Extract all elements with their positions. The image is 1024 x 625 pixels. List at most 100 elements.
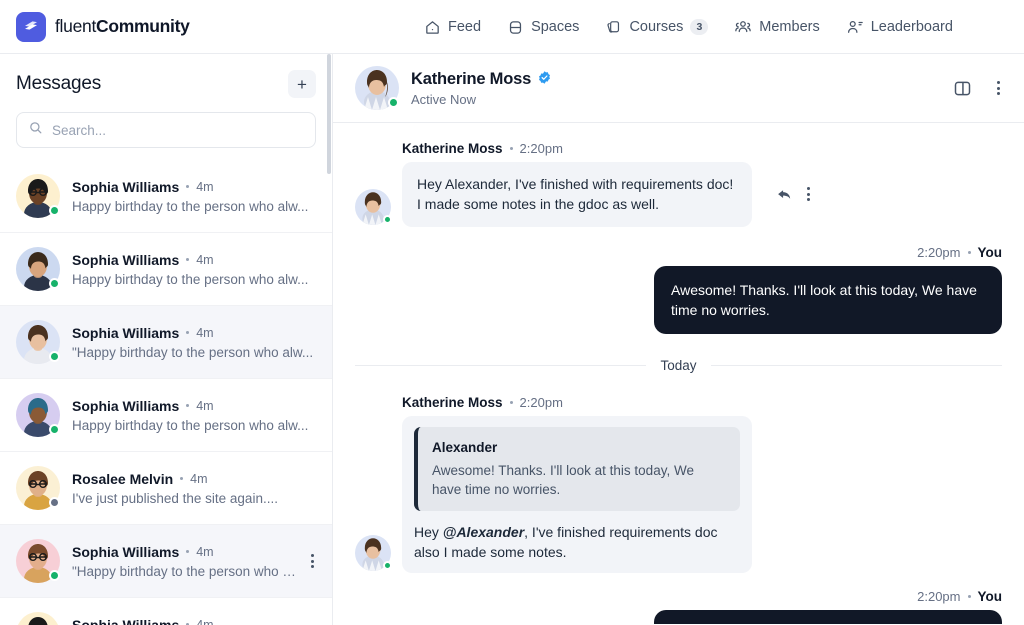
conversation-time: 4m xyxy=(196,325,214,340)
nav-label-members: Members xyxy=(759,19,820,35)
layers-icon xyxy=(507,19,524,36)
quoted-text: Awesome! Thanks. I'll look at this today… xyxy=(432,462,694,498)
conversation-preview: "Happy birthday to the person who alw... xyxy=(72,344,314,360)
message-meta: 2:20pm You xyxy=(355,589,1002,604)
conversation-item[interactable]: Sophia Williams 4m Happy birthday to the… xyxy=(0,598,332,625)
nav-item-members[interactable]: Members xyxy=(734,18,820,36)
app-root: fluentCommunity Feed Spaces Courses 3 Me… xyxy=(0,0,1024,625)
conversation-time: 4m xyxy=(190,471,208,486)
message-sender: Katherine Moss xyxy=(402,395,503,411)
search-icon xyxy=(28,120,43,140)
conversation-name: Sophia Williams xyxy=(72,251,180,268)
nav-label-courses: Courses xyxy=(629,19,684,35)
conversation-title-row: Sophia Williams 4m xyxy=(72,252,316,268)
side-panel-icon[interactable] xyxy=(952,78,973,99)
day-divider-label: Today xyxy=(660,358,697,374)
conversation-content: Sophia Williams 4m Happy birthday to the… xyxy=(72,398,316,433)
separator-dot xyxy=(186,550,190,553)
conversation-name: Sophia Williams xyxy=(72,543,180,560)
conversation-item[interactable]: Sophia Williams 4m "Happy birthday to th… xyxy=(0,306,332,379)
conversation-name: Sophia Williams xyxy=(72,616,180,625)
reply-arrow-icon[interactable] xyxy=(776,186,793,203)
mention-token[interactable]: @Alexander xyxy=(443,524,524,540)
online-status-dot xyxy=(383,561,392,571)
conversation-content: Sophia Williams 4m Happy birthday to the… xyxy=(72,617,316,625)
conversation-content: Sophia Williams 4m "Happy birthday to th… xyxy=(72,544,297,579)
message-line: Awesome! Thanks. I'll look at this today… xyxy=(355,265,1002,335)
conversation-item[interactable]: Sophia Williams 4m "Happy birthday to th… xyxy=(0,525,332,598)
messages-sidebar: Messages + Search... Sophia Williams 4m … xyxy=(0,54,333,625)
nav-label-leaderboard: Leaderboard xyxy=(870,19,953,35)
conversation-item[interactable]: Sophia Williams 4m Happy birthday to the… xyxy=(0,233,332,306)
cards-icon xyxy=(605,19,622,36)
brand-logo[interactable]: fluentCommunity xyxy=(0,11,190,42)
conversation-more-icon[interactable] xyxy=(309,552,316,570)
more-vertical-icon[interactable] xyxy=(995,79,1002,97)
conversation-title-row: Rosalee Melvin 4m xyxy=(72,471,316,487)
nav-item-feed[interactable]: Feed xyxy=(424,19,481,36)
main-body: Messages + Search... Sophia Williams 4m … xyxy=(0,54,1024,625)
conversation-title-row: Sophia Williams 4m xyxy=(72,617,316,625)
message-meta: Katherine Moss 2:20pm xyxy=(402,141,1002,156)
online-status-dot xyxy=(49,424,60,435)
search-input[interactable] xyxy=(52,122,304,138)
new-message-button[interactable]: + xyxy=(288,70,316,98)
conversation-item[interactable]: Sophia Williams 4m Happy birthday to the… xyxy=(0,160,332,233)
chat-contact-status: Active Now xyxy=(411,91,477,107)
courses-badge: 3 xyxy=(690,19,709,35)
nav-item-spaces[interactable]: Spaces xyxy=(507,19,579,36)
nav-item-leaderboard[interactable]: Leaderboard xyxy=(846,18,953,36)
conversation-name: Sophia Williams xyxy=(72,178,180,195)
conversation-avatar xyxy=(16,612,60,625)
conversation-name: Sophia Williams xyxy=(72,397,180,414)
main-nav: Feed Spaces Courses 3 Members Leaderboar… xyxy=(424,0,953,54)
message-bubble: Hey Alexander, I've finished with requir… xyxy=(402,162,752,227)
top-navigation-bar: fluentCommunity Feed Spaces Courses 3 Me… xyxy=(0,0,1024,54)
message-time: 2:20pm xyxy=(519,395,563,411)
avatar xyxy=(16,612,60,625)
online-status-dot xyxy=(49,278,60,289)
message-bubble-partial xyxy=(654,610,1002,625)
divider-line xyxy=(355,365,647,367)
conversation-content: Sophia Williams 4m Happy birthday to the… xyxy=(72,252,316,287)
nav-item-courses[interactable]: Courses 3 xyxy=(605,19,709,36)
conversation-item[interactable]: Sophia Williams 4m Happy birthday to the… xyxy=(0,379,332,452)
brand-text-light: fluent xyxy=(55,16,97,36)
brand-text: fluentCommunity xyxy=(55,16,190,37)
message-meta: Katherine Moss 2:20pm xyxy=(402,395,1002,410)
conversation-avatar xyxy=(16,320,60,364)
chat-header-info: Katherine Moss Active Now xyxy=(411,70,552,107)
conversation-content: Sophia Williams 4m Happy birthday to the… xyxy=(72,179,316,214)
chat-header-actions xyxy=(952,78,1002,99)
message-block: 2:20pm You Awesome! Thanks. I'll look at… xyxy=(355,245,1002,335)
message-body-pre: Hey xyxy=(414,523,443,540)
conversation-preview: Happy birthday to the person who alw... xyxy=(72,198,309,214)
page-title: Messages xyxy=(16,73,101,94)
separator-dot xyxy=(509,401,513,405)
message-block: Katherine Moss 2:20pm xyxy=(355,141,1002,227)
conversation-name: Rosalee Melvin xyxy=(72,470,174,487)
message-line: Hey Alexander, I've finished with requir… xyxy=(355,162,1002,227)
conversation-list[interactable]: Sophia Williams 4m Happy birthday to the… xyxy=(0,160,332,625)
message-sender: Katherine Moss xyxy=(402,141,503,156)
conversation-preview: "Happy birthday to the person who alw... xyxy=(72,563,297,579)
chat-header: Katherine Moss Active Now xyxy=(333,54,1024,123)
conversation-preview: I've just published the site again.... xyxy=(72,490,278,506)
message-thread[interactable]: Katherine Moss 2:20pm Hey Alexander, I'v… xyxy=(333,123,1024,625)
conversation-item[interactable]: Rosalee Melvin 4m I've just published th… xyxy=(0,452,332,525)
conversation-title-row: Sophia Williams 4m xyxy=(72,398,316,414)
message-block: 2:20pm You xyxy=(355,589,1002,625)
more-vertical-icon[interactable] xyxy=(805,185,812,203)
conversation-avatar xyxy=(16,247,60,291)
search-box[interactable] xyxy=(16,112,316,148)
away-status-dot xyxy=(49,497,60,508)
conversation-title-row: Sophia Williams 4m xyxy=(72,544,297,560)
separator-dot xyxy=(186,404,190,407)
quoted-sender: Alexander xyxy=(432,440,498,456)
message-bubble: Alexander Awesome! Thanks. I'll look at … xyxy=(402,416,752,574)
sidebar-scrollbar[interactable] xyxy=(327,54,331,174)
message-sender: You xyxy=(977,589,1003,605)
conversation-name: Sophia Williams xyxy=(72,324,180,341)
separator-dot xyxy=(180,477,184,480)
conversation-avatar xyxy=(16,466,60,510)
